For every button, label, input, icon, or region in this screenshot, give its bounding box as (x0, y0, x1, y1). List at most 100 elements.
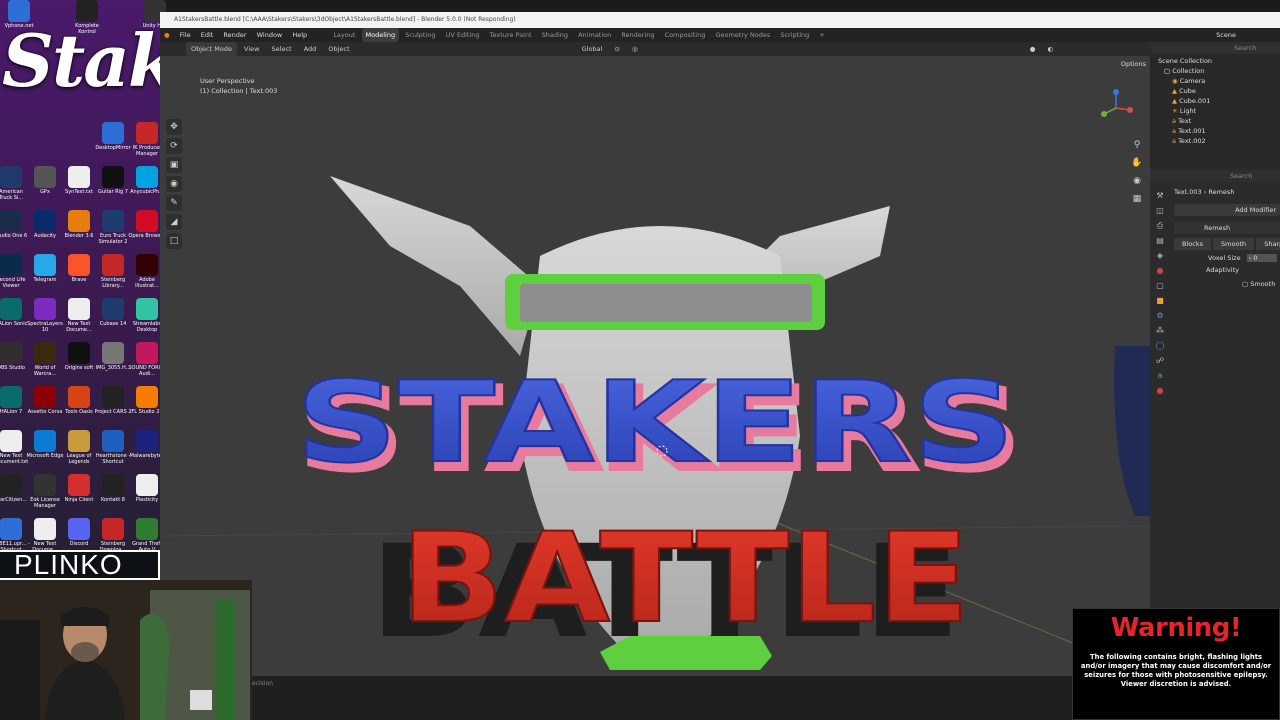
menu-view[interactable]: View (239, 42, 264, 56)
desktop-icon[interactable]: Brave (60, 254, 98, 296)
render-tab-icon[interactable]: ◫ (1154, 203, 1166, 218)
mode-sharp-button[interactable]: Sharp (1256, 238, 1280, 250)
properties-search-field[interactable]: Search (1150, 170, 1280, 182)
desktop-icon[interactable]: Eok License Manager (26, 474, 64, 516)
add-modifier-button[interactable]: Add Modifier (1174, 204, 1280, 216)
desktop-icon[interactable]: Cubase 14 (94, 298, 132, 340)
menu-window[interactable]: Window (253, 28, 287, 42)
particles-tab-icon[interactable]: ⁂ (1154, 323, 1166, 338)
measure-tool-icon[interactable]: ◢ (166, 214, 182, 230)
constraints-tab-icon[interactable]: ☍ (1154, 353, 1166, 368)
menu-help[interactable]: Help (288, 28, 311, 42)
outliner-item-collection[interactable]: ▢ Collection (1164, 66, 1204, 76)
navigation-gizmo[interactable] (1096, 86, 1136, 126)
desktop-icon[interactable]: Blender 3.6 (60, 210, 98, 252)
material-tab-icon[interactable]: ● (1154, 383, 1166, 398)
outliner-item-light[interactable]: ☀ Light (1172, 106, 1196, 116)
blender-logo-icon[interactable]: ● (160, 28, 174, 42)
desktop-icon[interactable]: New Text Docume... (60, 298, 98, 340)
menu-file[interactable]: File (176, 28, 195, 42)
mode-blocks-button[interactable]: Blocks (1174, 238, 1211, 250)
rotate-tool-icon[interactable]: ⟳ (166, 138, 182, 154)
3d-viewport[interactable]: STAKERS STAKERS BATTLE BATTLE User Persp… (160, 56, 1150, 676)
outliner-item-text-002[interactable]: a Text.002 (1172, 136, 1206, 146)
tab-sculpting[interactable]: Sculpting (401, 28, 439, 42)
desktop-icon[interactable]: SpectraLayers 10 (26, 298, 64, 340)
outliner-item-text-001[interactable]: a Text.001 (1172, 126, 1206, 136)
add-cube-tool-icon[interactable]: □ (166, 233, 182, 249)
add-workspace-button[interactable]: + (815, 28, 828, 42)
menu-object[interactable]: Object (323, 42, 354, 56)
outliner-item-text[interactable]: a Text (1172, 116, 1191, 126)
desktop-icon[interactable]: Telegram (26, 254, 64, 296)
options-button[interactable]: Options (1121, 60, 1146, 68)
menu-select[interactable]: Select (267, 42, 297, 56)
desktop-icon[interactable]: Audacity (26, 210, 64, 252)
scene-collection-label[interactable]: Scene Collection (1158, 56, 1212, 66)
world-tab-icon[interactable]: ● (1154, 263, 1166, 278)
data-tab-icon[interactable]: a (1154, 368, 1166, 383)
voxel-size-field[interactable]: ‹ 0 (1246, 254, 1277, 262)
collection-tab-icon[interactable]: ▢ (1154, 278, 1166, 293)
camera-view-icon[interactable]: ◉ (1130, 172, 1144, 190)
menu-add[interactable]: Add (299, 42, 322, 56)
tab-scripting[interactable]: Scripting (776, 28, 813, 42)
tab-uv-editing[interactable]: UV Editing (442, 28, 484, 42)
physics-tab-icon[interactable]: ◯ (1154, 338, 1166, 353)
scene-tab-icon[interactable]: ◈ (1154, 248, 1166, 263)
scale-tool-icon[interactable]: ▣ (166, 157, 182, 173)
tab-shading[interactable]: Shading (538, 28, 572, 42)
desktop-icon[interactable]: GPx (26, 166, 64, 208)
desktop-icon[interactable]: Assetto Corsa (26, 386, 64, 428)
desktop-icon[interactable]: Hearthstone - Shortcut (94, 430, 132, 472)
menu-render[interactable]: Render (219, 28, 250, 42)
desktop-icon[interactable]: Tools Oasis (60, 386, 98, 428)
tab-layout[interactable]: Layout (329, 28, 359, 42)
snap-icon[interactable]: ⊙ (609, 42, 624, 56)
smooth-shading-checkbox[interactable]: ▢ Smooth (1242, 280, 1275, 288)
tab-animation[interactable]: Animation (574, 28, 615, 42)
outliner-item-cube-001[interactable]: ▲ Cube.001 (1172, 96, 1210, 106)
desktop-icon[interactable]: Euro Truck Simulator 2 (94, 210, 132, 252)
shading-solid-icon[interactable]: ● (1025, 42, 1041, 56)
desktop-icon[interactable]: SynText.txt (60, 166, 98, 208)
mode-smooth-button[interactable]: Smooth (1213, 238, 1255, 250)
modifier-header[interactable]: Remesh (1174, 222, 1280, 234)
modifier-tab-icon[interactable]: ⚙ (1154, 308, 1166, 323)
desktop-icon[interactable]: IMG_3055.H... (94, 342, 132, 384)
desktop-icon[interactable]: DesktopMirror (94, 122, 132, 164)
output-tab-icon[interactable]: ⎙ (1154, 218, 1166, 233)
tab-compositing[interactable]: Compositing (661, 28, 710, 42)
desktop-icon[interactable]: Ninja Client (60, 474, 98, 516)
grid-icon[interactable]: ▦ (1130, 190, 1144, 208)
desktop-icon[interactable]: Project CARS 2 (94, 386, 132, 428)
mode-dropdown[interactable]: Object Mode (186, 42, 237, 56)
tool-tab-icon[interactable]: ⚒ (1154, 188, 1166, 203)
desktop-icon[interactable]: Microsoft Edge (26, 430, 64, 472)
desktop-icon[interactable]: World of Warcra... (26, 342, 64, 384)
outliner-item-camera[interactable]: ◉ Camera (1172, 76, 1205, 86)
outliner-item-cube[interactable]: ▲ Cube (1172, 86, 1196, 96)
shading-material-icon[interactable]: ◐ (1042, 42, 1058, 56)
tab-geometry-nodes[interactable]: Geometry Nodes (711, 28, 774, 42)
move-tool-icon[interactable]: ✥ (166, 119, 182, 135)
tab-texture-paint[interactable]: Texture Paint (486, 28, 536, 42)
desktop-icon[interactable]: Origins soft (60, 342, 98, 384)
breadcrumb-object[interactable]: Text.003 (1174, 188, 1202, 196)
tab-modeling[interactable]: Modeling (361, 28, 400, 42)
tab-rendering[interactable]: Rendering (617, 28, 658, 42)
view-layer-tab-icon[interactable]: ▤ (1154, 233, 1166, 248)
annotate-tool-icon[interactable]: ✎ (166, 195, 182, 211)
desktop-icon[interactable]: Kontakt 8 (94, 474, 132, 516)
proportional-edit-icon[interactable]: ◎ (627, 42, 643, 56)
scene-selector[interactable]: Scene (1212, 28, 1240, 42)
orientation-dropdown[interactable]: Global (577, 42, 608, 56)
desktop-icon[interactable]: League of Legends (60, 430, 98, 472)
desktop-icon[interactable]: Guitar Rig 7 (94, 166, 132, 208)
breadcrumb-modifier[interactable]: Remesh (1208, 188, 1234, 196)
object-tab-icon[interactable]: ■ (1154, 293, 1166, 308)
outliner-search-field[interactable]: Search (1234, 44, 1256, 52)
pan-hand-icon[interactable]: ✋ (1130, 154, 1144, 172)
desktop-icon[interactable]: Steinberg Library... (94, 254, 132, 296)
transform-tool-icon[interactable]: ◉ (166, 176, 182, 192)
